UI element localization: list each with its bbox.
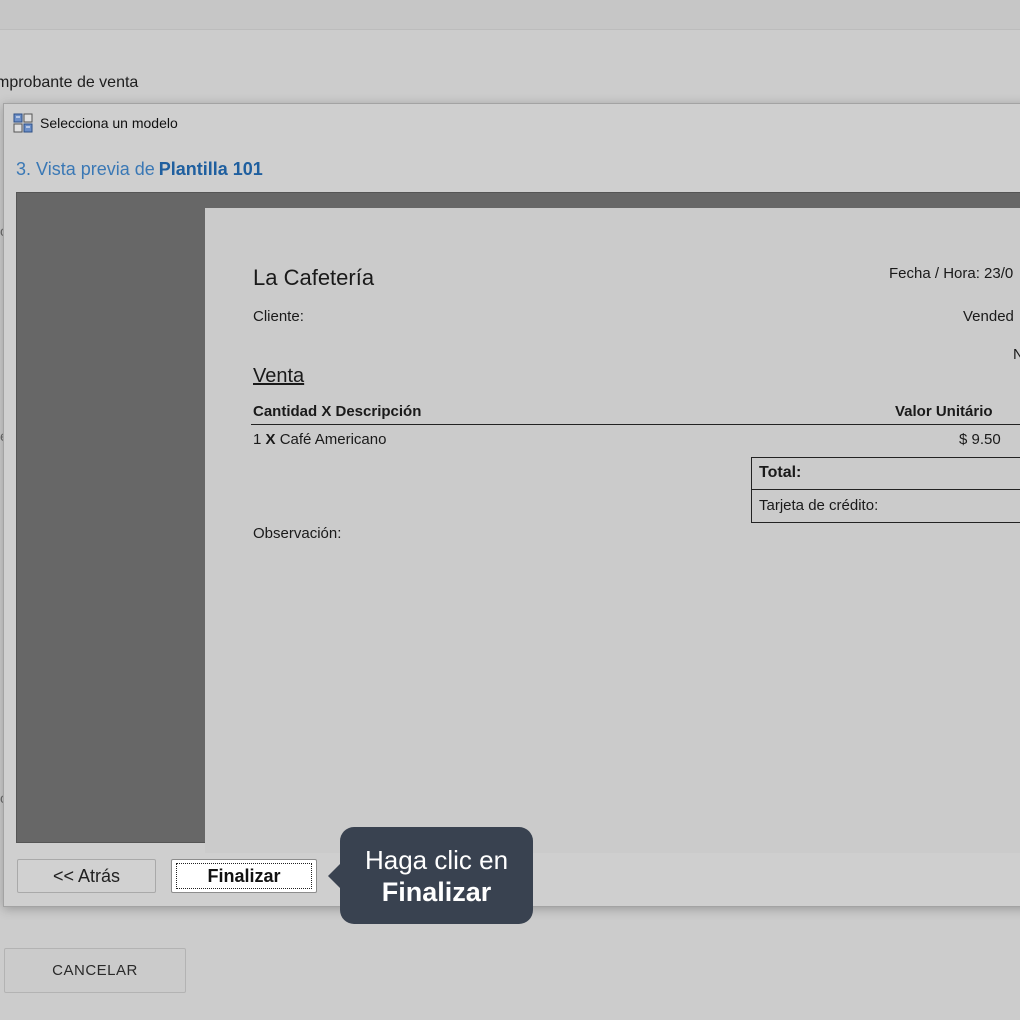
store-name: La Cafetería bbox=[253, 265, 375, 290]
number-label: N bbox=[1013, 346, 1020, 363]
totals-divider bbox=[752, 489, 1020, 490]
finish-button[interactable]: Finalizar bbox=[171, 859, 317, 893]
back-button[interactable]: << Atrás bbox=[17, 859, 156, 893]
receipt-page: La Cafetería Fecha / Hora: 23/0 Cliente:… bbox=[205, 208, 1020, 853]
template-name: Plantilla 101 bbox=[158, 159, 263, 179]
payment-label: Tarjeta de crédito: bbox=[759, 497, 879, 514]
tooltip-line2: Finalizar bbox=[381, 877, 492, 907]
page-title: mprobante de venta bbox=[0, 74, 139, 91]
column-header-qty-description: Cantidad X Descripción bbox=[253, 403, 422, 420]
template-icon bbox=[13, 113, 33, 133]
totals-box: Total: Tarjeta de crédito: bbox=[751, 457, 1020, 523]
datetime-label: Fecha / Hora: 23/0 bbox=[889, 265, 1014, 282]
dialog-titlebar: Selecciona un modelo bbox=[4, 104, 1020, 142]
preview-pane[interactable]: La Cafetería Fecha / Hora: 23/0 Cliente:… bbox=[16, 192, 1020, 853]
instruction-tooltip: Haga clic en Finalizar bbox=[328, 827, 533, 924]
client-label: Cliente: bbox=[253, 308, 304, 325]
section-title: Venta bbox=[253, 365, 305, 387]
seller-label: Vended bbox=[963, 308, 1014, 325]
item-unit-price: $ 9.50 bbox=[959, 431, 1001, 448]
item-x: X bbox=[265, 431, 276, 448]
finish-button-label: Finalizar bbox=[176, 863, 312, 889]
dialog-title: Selecciona un modelo bbox=[40, 115, 178, 131]
total-label: Total: bbox=[759, 464, 802, 481]
select-template-dialog: Selecciona un modelo 3. Vista previa de P… bbox=[3, 103, 1020, 907]
tooltip-line1: Haga clic en bbox=[364, 845, 509, 875]
step-heading: 3. Vista previa de Plantilla 101 bbox=[16, 159, 263, 180]
step-label: 3. Vista previa de bbox=[16, 159, 155, 179]
top-bar bbox=[0, 0, 1020, 30]
item-qty: 1 bbox=[253, 431, 262, 448]
header-divider bbox=[251, 424, 1020, 425]
item-description: Café Americano bbox=[279, 431, 387, 448]
observation-label: Observación: bbox=[253, 525, 342, 542]
column-header-unit-value: Valor Unitário bbox=[895, 403, 993, 420]
cancel-button[interactable]: CANCELAR bbox=[4, 948, 186, 993]
list-item: 1 X Café Americano bbox=[253, 431, 386, 448]
